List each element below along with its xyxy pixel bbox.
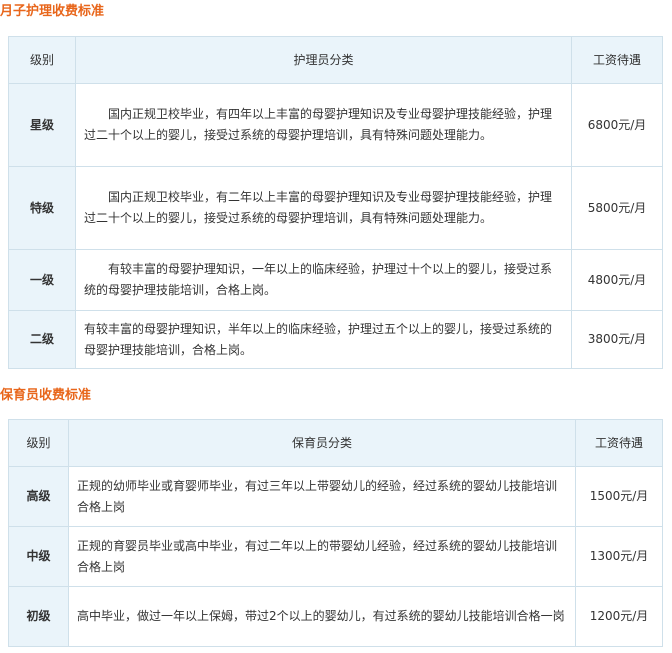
row-description: 国内正规卫校毕业，有二年以上丰富的母婴护理知识及专业母婴护理技能经验，护理过二十… [75, 166, 572, 250]
row-salary: 6800元/月 [571, 83, 663, 167]
row-salary: 3800元/月 [571, 310, 663, 369]
row-description: 有较丰富的母婴护理知识，一年以上的临床经验，护理过十个以上的婴儿，接受过系统的母… [75, 249, 572, 311]
row-level: 特级 [8, 166, 76, 250]
row-level: 高级 [8, 466, 69, 527]
row-salary: 5800元/月 [571, 166, 663, 250]
table-row: 中级 正规的育婴员毕业或高中毕业，有过二年以上的带婴幼儿经验，经过系统的婴幼儿技… [8, 526, 663, 587]
row-level: 二级 [8, 310, 76, 369]
row-description: 正规的育婴员毕业或高中毕业，有过二年以上的带婴幼儿经验，经过系统的婴幼儿技能培训… [68, 526, 576, 587]
maternity-fee-table: 级别 护理员分类 工资待遇 星级 国内正规卫校毕业，有四年以上丰富的母婴护理知识… [8, 36, 663, 369]
table-row: 一级 有较丰富的母婴护理知识，一年以上的临床经验，护理过十个以上的婴儿，接受过系… [8, 249, 663, 311]
row-level: 中级 [8, 526, 69, 587]
row-salary: 1200元/月 [575, 586, 663, 647]
header-category: 保育员分类 [68, 419, 576, 467]
header-category: 护理员分类 [75, 36, 572, 84]
childcare-fee-table: 级别 保育员分类 工资待遇 高级 正规的幼师毕业或育婴师毕业，有过三年以上带婴幼… [8, 419, 663, 647]
section-title-maternity: 月子护理收费标准 [0, 4, 105, 19]
header-level: 级别 [8, 36, 76, 84]
row-salary: 1300元/月 [575, 526, 663, 587]
table-row: 初级 高中毕业，做过一年以上保姆，带过2个以上的婴幼儿，有过系统的婴幼儿技能培训… [8, 586, 663, 647]
table-row: 高级 正规的幼师毕业或育婴师毕业，有过三年以上带婴幼儿的经验，经过系统的婴幼儿技… [8, 466, 663, 527]
table-row: 特级 国内正规卫校毕业，有二年以上丰富的母婴护理知识及专业母婴护理技能经验，护理… [8, 166, 663, 250]
row-description: 高中毕业，做过一年以上保姆，带过2个以上的婴幼儿，有过系统的婴幼儿技能培训合格一… [68, 586, 576, 647]
row-level: 初级 [8, 586, 69, 647]
row-level: 星级 [8, 83, 76, 167]
section-title-childcare: 保育员收费标准 [0, 388, 92, 403]
row-salary: 1500元/月 [575, 466, 663, 527]
header-salary: 工资待遇 [571, 36, 663, 84]
table-row: 二级 有较丰富的母婴护理知识，半年以上的临床经验，护理过五个以上的婴儿，接受过系… [8, 310, 663, 369]
table-row: 星级 国内正规卫校毕业，有四年以上丰富的母婴护理知识及专业母婴护理技能经验，护理… [8, 83, 663, 167]
row-description: 有较丰富的母婴护理知识，半年以上的临床经验，护理过五个以上的婴儿，接受过系统的母… [75, 310, 572, 369]
header-salary: 工资待遇 [575, 419, 663, 467]
header-level: 级别 [8, 419, 69, 467]
row-description: 国内正规卫校毕业，有四年以上丰富的母婴护理知识及专业母婴护理技能经验，护理过二十… [75, 83, 572, 167]
row-description: 正规的幼师毕业或育婴师毕业，有过三年以上带婴幼儿的经验，经过系统的婴幼儿技能培训… [68, 466, 576, 527]
row-level: 一级 [8, 249, 76, 311]
row-salary: 4800元/月 [571, 249, 663, 311]
